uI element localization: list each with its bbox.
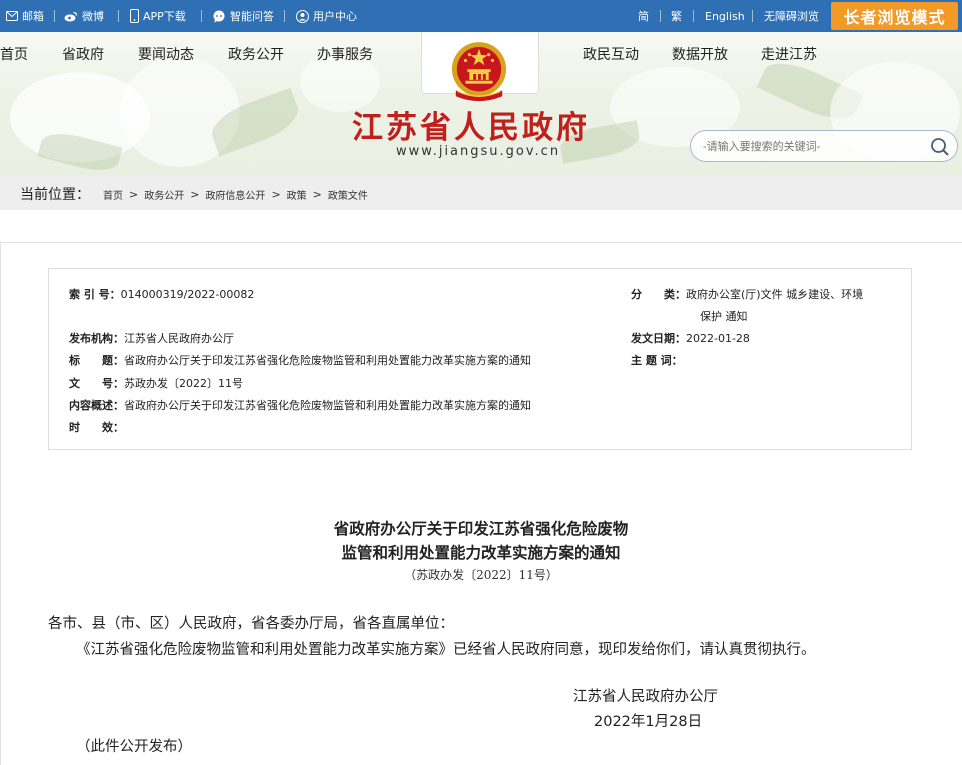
breadcrumb-policy[interactable]: 政策 (287, 187, 307, 202)
validity-label: 时 效： (69, 421, 124, 434)
nav-home[interactable]: 首页 (0, 44, 28, 64)
mail-label: 邮箱 (22, 10, 44, 23)
weibo-link[interactable]: 微博 (64, 0, 104, 32)
index-value: 014000319/2022-00082 (120, 288, 255, 301)
document-sign-date: 2022年1月28日 (594, 714, 703, 730)
breadcrumb-gov-affairs[interactable]: 政务公开 (144, 187, 184, 202)
chevron-right-icon: > (129, 188, 139, 201)
user-center-link[interactable]: 用户中心 (296, 0, 357, 32)
smart-qa-label: 智能问答 (230, 10, 274, 23)
breadcrumb-policy-docs[interactable]: 政策文件 (328, 187, 368, 202)
summary-label: 内容概述： (69, 399, 124, 412)
date-value: 2022-01-28 (686, 332, 750, 345)
breadcrumb-home[interactable]: 首页 (103, 187, 123, 202)
document-title-line1: 省政府办公厅关于印发江苏省强化危险废物 (333, 519, 629, 538)
lang-simplified[interactable]: 简 (638, 0, 649, 32)
elder-mode-button[interactable]: 长者浏览模式 (831, 2, 958, 30)
index-label: 索 引 号： (69, 288, 121, 301)
document-body: 《江苏省强化危险废物监管和利用处置能力改革实施方案》已经省人民政府同意，现印发给… (76, 642, 816, 658)
category-value-line1: 政府办公室(厅)文件 城乡建设、环境 (686, 288, 864, 301)
chevron-right-icon: > (312, 188, 322, 201)
app-download-label: APP下载 (143, 10, 186, 23)
search-icon[interactable] (930, 137, 950, 157)
document-number: （苏政办发〔2022〕11号） (404, 568, 558, 582)
docno-value: 苏政办发〔2022〕11号 (124, 377, 243, 390)
lang-traditional-label: 繁 (671, 10, 682, 23)
publisher-label: 发布机构： (69, 332, 124, 345)
site-url: www.jiangsu.gov.cn (396, 144, 561, 159)
summary-value: 省政府办公厅关于印发江苏省强化危险废物监管和利用处置能力改革实施方案的通知 (124, 399, 531, 412)
accessible-browse-label: 无障碍浏览 (764, 10, 819, 23)
accessible-browse-link[interactable]: 无障碍浏览 (764, 0, 819, 32)
chevron-right-icon: > (190, 188, 200, 201)
lang-english-label: English (705, 9, 745, 23)
breadcrumb-info-disclosure[interactable]: 政府信息公开 (205, 187, 265, 202)
lang-simplified-label: 简 (638, 10, 649, 23)
category-label: 分 类： (631, 288, 686, 301)
app-download-link[interactable]: APP下载 (130, 0, 186, 32)
nav-open-data[interactable]: 数据开放 (672, 44, 728, 64)
category-value-line2: 保护 通知 (700, 310, 748, 323)
phone-icon (130, 9, 139, 23)
user-center-label: 用户中心 (313, 10, 357, 23)
date-label: 发文日期： (631, 332, 686, 345)
lang-english[interactable]: English (705, 0, 745, 32)
title-value: 省政府办公厅关于印发江苏省强化危险废物监管和利用处置能力改革实施方案的通知 (124, 354, 531, 367)
smart-qa-link[interactable]: 智能问答 (212, 0, 274, 32)
user-icon (296, 9, 309, 23)
nav-services[interactable]: 办事服务 (317, 44, 373, 64)
lang-traditional[interactable]: 繁 (671, 0, 682, 32)
search-input[interactable] (703, 138, 923, 156)
breadcrumb: 当前位置： 首页 > 政务公开 > 政府信息公开 > 政策 > 政策文件 (0, 176, 962, 210)
document-salutation: 各市、县（市、区）人民政府，省各委办厅局，省各直属单位： (48, 616, 454, 632)
chevron-right-icon: > (271, 188, 281, 201)
chat-icon (213, 10, 225, 22)
document-title-line2: 监管和利用处置能力改革实施方案的通知 (341, 543, 621, 562)
document-signature: 江苏省人民政府办公厅 (573, 689, 718, 705)
publisher-value: 江苏省人民政府办公厅 (124, 332, 234, 345)
weibo-label: 微博 (82, 10, 104, 23)
site-title[interactable]: 江苏省人民政府 (352, 102, 590, 147)
nav-news[interactable]: 要闻动态 (138, 44, 194, 64)
docno-label: 文 号： (69, 377, 124, 390)
mail-link[interactable]: 邮箱 (6, 0, 44, 32)
national-emblem-icon[interactable] (450, 40, 508, 108)
document-metadata: 索 引 号：014000319/2022-00082 分 类：政府办公室(厅)文… (48, 268, 912, 450)
breadcrumb-label: 当前位置： (20, 187, 90, 203)
weibo-icon (64, 11, 78, 21)
nav-interaction[interactable]: 政民互动 (583, 44, 639, 64)
search-box (690, 130, 958, 162)
title-label: 标 题： (69, 354, 124, 367)
nav-gov-affairs[interactable]: 政务公开 (228, 44, 284, 64)
keywords-label: 主 题 词： (631, 354, 683, 367)
document-note: （此件公开发布） (76, 739, 192, 755)
mail-icon (6, 11, 18, 21)
top-utility-bar: 邮箱 微博 APP下载 智能问答 用户中心 简 繁 English 无障碍浏览 … (0, 0, 962, 32)
nav-province-gov[interactable]: 省政府 (62, 44, 104, 64)
nav-about-jiangsu[interactable]: 走进江苏 (761, 44, 817, 64)
